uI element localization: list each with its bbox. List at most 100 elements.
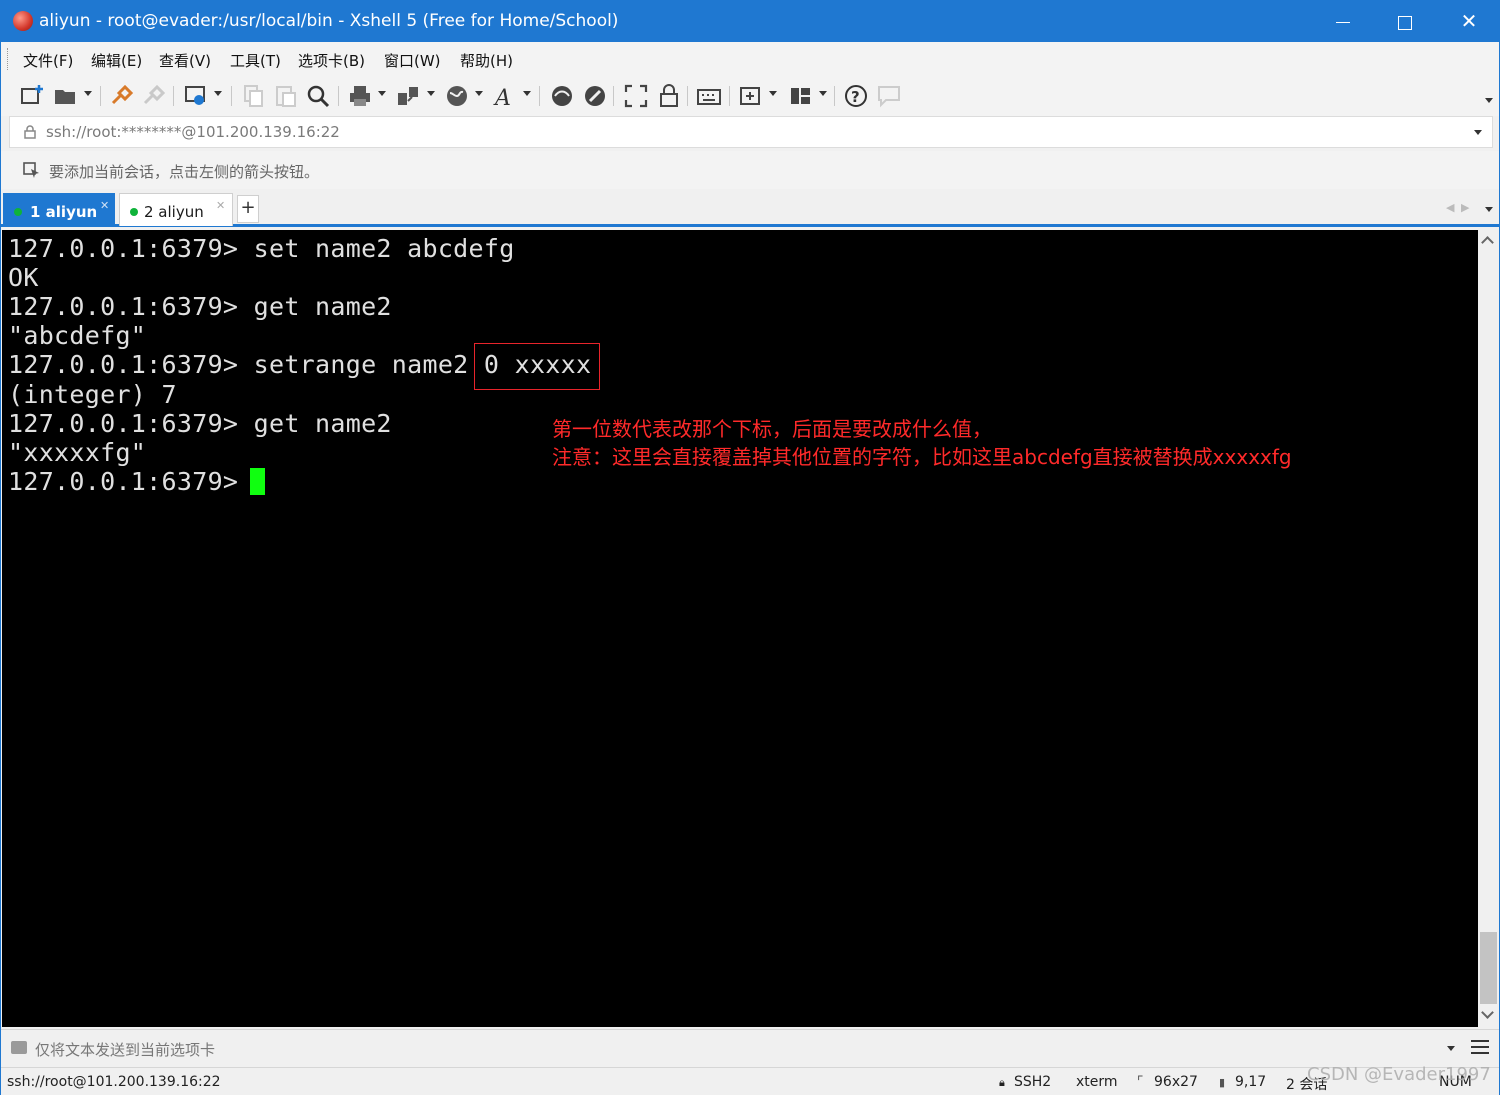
xftp-icon[interactable] bbox=[549, 83, 575, 109]
menu-window[interactable]: 窗口(W) bbox=[384, 50, 441, 71]
menu-file[interactable]: 文件(F) bbox=[23, 50, 73, 71]
status-connection: ssh://root@101.200.139.16:22 bbox=[7, 1074, 221, 1090]
toolbar-separator bbox=[100, 86, 101, 106]
tab-menu-icon[interactable] bbox=[1485, 207, 1493, 212]
address-dropdown-icon[interactable] bbox=[1474, 130, 1482, 135]
copy-icon[interactable] bbox=[241, 83, 267, 109]
chat-icon[interactable] bbox=[876, 83, 902, 109]
close-button[interactable]: ✕ bbox=[1439, 1, 1499, 42]
annotation-text-line-2: 注意：这里会直接覆盖掉其他位置的字符，比如这里abcdefg直接被替换成xxxx… bbox=[552, 445, 1292, 469]
print-icon[interactable] bbox=[347, 83, 373, 109]
scrollbar-thumb[interactable] bbox=[1480, 932, 1497, 1004]
tab-session-2[interactable]: 2 aliyun ✕ bbox=[119, 193, 233, 226]
menu-tools[interactable]: 工具(T) bbox=[230, 50, 281, 71]
xmanager-icon[interactable] bbox=[582, 83, 608, 109]
tab-close-icon[interactable]: ✕ bbox=[216, 199, 225, 212]
svg-text:?: ? bbox=[851, 88, 860, 106]
new-tab-button[interactable]: + bbox=[237, 195, 259, 223]
title-bar[interactable]: aliyun - root@evader:/usr/local/bin - Xs… bbox=[1, 1, 1499, 42]
address-lock-icon bbox=[24, 125, 36, 139]
terminal-line: OK bbox=[8, 263, 39, 292]
toolbar-separator bbox=[173, 86, 174, 106]
annotation-highlight-box bbox=[474, 343, 600, 390]
reconnect-icon[interactable] bbox=[109, 83, 135, 109]
layout-dropdown-icon[interactable] bbox=[819, 91, 827, 96]
csdn-watermark: CSDN @Evader1997 bbox=[1307, 1064, 1491, 1085]
lock-icon[interactable] bbox=[656, 83, 682, 109]
toolbar-separator bbox=[687, 86, 688, 106]
open-folder-icon[interactable] bbox=[53, 83, 79, 109]
toolbar-overflow-icon[interactable] bbox=[1485, 98, 1493, 103]
compose-dropdown-icon[interactable] bbox=[1447, 1046, 1455, 1051]
menu-bar: 文件(F) 编辑(E) 查看(V) 工具(T) 选项卡(B) 窗口(W) 帮助(… bbox=[1, 42, 1499, 76]
menu-edit[interactable]: 编辑(E) bbox=[91, 50, 142, 71]
svg-text:A: A bbox=[493, 86, 511, 109]
toolbar-separator bbox=[338, 86, 339, 106]
session-hint-bar: 要添加当前会话，点击左侧的箭头按钮。 bbox=[1, 151, 1499, 189]
close-icon: ✕ bbox=[1460, 9, 1478, 33]
layout-icon[interactable] bbox=[788, 83, 814, 109]
font-dropdown-icon[interactable] bbox=[523, 91, 531, 96]
terminal-line: 127.0.0.1:6379> get name2 bbox=[8, 409, 392, 438]
maximize-icon bbox=[1398, 15, 1412, 30]
scroll-up-icon[interactable] bbox=[1481, 236, 1494, 249]
compose-input[interactable]: 仅将文本发送到当前选项卡 bbox=[35, 1039, 215, 1060]
address-text[interactable]: ssh://root:********@101.200.139.16:22 bbox=[46, 123, 340, 141]
maximize-button[interactable] bbox=[1375, 1, 1435, 42]
transfer-icon[interactable] bbox=[395, 83, 421, 109]
menu-grip[interactable] bbox=[7, 48, 10, 70]
terminal-line: "xxxxxfg" bbox=[8, 438, 147, 467]
tab-close-icon[interactable]: ✕ bbox=[100, 199, 109, 212]
keyboard-icon[interactable] bbox=[696, 83, 722, 109]
xshell-window: aliyun - root@evader:/usr/local/bin - Xs… bbox=[0, 0, 1500, 1095]
tab-scroll-left-icon[interactable]: ◀ bbox=[1446, 201, 1454, 214]
toolbar: A ? bbox=[1, 76, 1499, 116]
tab-label: 1 aliyun bbox=[30, 203, 98, 221]
scroll-down-icon[interactable] bbox=[1481, 1006, 1494, 1019]
print-dropdown-icon[interactable] bbox=[378, 91, 386, 96]
new-session-icon[interactable] bbox=[19, 83, 45, 109]
terminal-area[interactable]: 127.0.0.1:6379> set name2 abcdefg OK 127… bbox=[2, 230, 1478, 1027]
transfer-dropdown-icon[interactable] bbox=[427, 91, 435, 96]
properties-icon[interactable] bbox=[183, 83, 209, 109]
address-bar[interactable]: ssh://root:********@101.200.139.16:22 bbox=[9, 116, 1493, 148]
window-title: aliyun - root@evader:/usr/local/bin - Xs… bbox=[39, 11, 619, 31]
globe-dropdown-icon[interactable] bbox=[475, 91, 483, 96]
menu-view[interactable]: 查看(V) bbox=[159, 50, 211, 71]
compose-menu-icon[interactable] bbox=[1471, 1040, 1489, 1056]
paste-icon[interactable] bbox=[273, 83, 299, 109]
minimize-button[interactable] bbox=[1313, 1, 1373, 42]
terminal-line: "abcdefg" bbox=[8, 321, 147, 350]
terminal-scrollbar[interactable] bbox=[1478, 230, 1499, 1027]
tab-session-1[interactable]: 1 aliyun ✕ bbox=[3, 193, 115, 226]
connected-dot-icon bbox=[14, 208, 22, 216]
status-bar: ssh://root@101.200.139.16:22 🔒︎ SSH2 xte… bbox=[1, 1067, 1499, 1095]
annotation-text-line-1: 第一位数代表改那个下标，后面是要改成什么值， bbox=[552, 417, 992, 441]
menu-tabs[interactable]: 选项卡(B) bbox=[298, 50, 365, 71]
open-dropdown-icon[interactable] bbox=[84, 91, 92, 96]
session-hint-text: 要添加当前会话，点击左侧的箭头按钮。 bbox=[49, 163, 320, 181]
toolbar-separator bbox=[539, 86, 540, 106]
help-icon[interactable]: ? bbox=[843, 83, 869, 109]
terminal-line: (integer) 7 bbox=[8, 380, 177, 409]
status-size-icon: ⌜ bbox=[1137, 1074, 1144, 1090]
status-size: 96x27 bbox=[1154, 1074, 1198, 1090]
status-cursor-position: 9,17 bbox=[1235, 1074, 1267, 1090]
find-icon[interactable] bbox=[305, 83, 331, 109]
properties-dropdown-icon[interactable] bbox=[214, 91, 222, 96]
disconnect-icon[interactable] bbox=[141, 83, 167, 109]
compose-keyboard-icon bbox=[11, 1041, 27, 1054]
menu-help[interactable]: 帮助(H) bbox=[460, 50, 513, 71]
new-tab-icon[interactable] bbox=[738, 83, 764, 109]
connected-dot-icon bbox=[130, 208, 138, 216]
toolbar-separator bbox=[729, 86, 730, 106]
status-protocol: SSH2 bbox=[1014, 1074, 1052, 1090]
status-lock-icon: 🔒︎ bbox=[999, 1076, 1005, 1089]
tab-scroll-right-icon[interactable]: ▶ bbox=[1461, 201, 1469, 214]
new-tab-dropdown-icon[interactable] bbox=[769, 91, 777, 96]
font-icon[interactable]: A bbox=[493, 83, 519, 111]
fullscreen-icon[interactable] bbox=[623, 83, 649, 109]
toolbar-separator bbox=[231, 86, 232, 106]
globe-icon[interactable] bbox=[444, 83, 470, 109]
add-session-arrow-icon[interactable] bbox=[23, 161, 41, 179]
